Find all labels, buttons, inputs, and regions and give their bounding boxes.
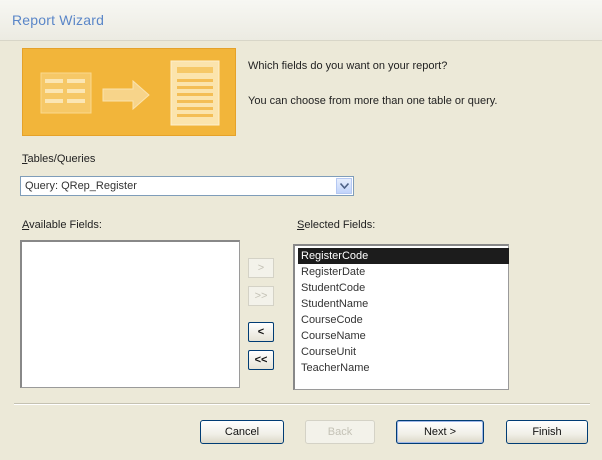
add-all-fields-button[interactable]: >> [248, 286, 274, 306]
tables-queries-combo[interactable]: Query: QRep_Register [20, 176, 354, 196]
wizard-hint: You can choose from more than one table … [248, 95, 498, 107]
add-field-button[interactable]: > [248, 258, 274, 278]
selected-fields-label-text: elected Fields: [304, 219, 376, 231]
cancel-button[interactable]: Cancel [200, 420, 284, 444]
selected-field-item[interactable]: RegisterDate [298, 264, 509, 280]
selected-field-item[interactable]: CourseCode [298, 312, 509, 328]
selected-field-item[interactable]: CourseName [298, 328, 509, 344]
chevron-down-icon [340, 183, 349, 189]
available-fields-label: Available Fields: [22, 219, 102, 231]
selected-fields-label: Selected Fields: [297, 219, 375, 231]
selected-field-item[interactable]: RegisterCode [298, 248, 509, 264]
report-wizard-window: Report Wizard Which fields do you want o… [0, 0, 602, 460]
tables-queries-label-text: ables/Queries [27, 153, 96, 165]
back-button[interactable]: Back [305, 420, 375, 444]
selected-fields-list[interactable]: RegisterCode RegisterDate StudentCode St… [293, 244, 509, 390]
window-title: Report Wizard [12, 12, 105, 28]
selected-field-item[interactable]: CourseUnit [298, 344, 509, 360]
button-separator [14, 403, 590, 405]
selected-field-item[interactable]: StudentName [298, 296, 509, 312]
combo-dropdown-button[interactable] [336, 178, 352, 194]
next-button[interactable]: Next > [396, 420, 484, 444]
available-fields-list[interactable] [20, 240, 240, 388]
available-fields-label-text: vailable Fields: [29, 219, 102, 231]
wizard-question: Which fields do you want on your report? [248, 60, 448, 72]
remove-all-fields-button[interactable]: << [248, 350, 274, 370]
report-wizard-banner-icon [40, 60, 220, 126]
selected-field-item[interactable]: TeacherName [298, 360, 509, 376]
tables-queries-label: Tables/Queries [22, 153, 95, 165]
title-bar[interactable]: Report Wizard [0, 0, 602, 41]
finish-button[interactable]: Finish [506, 420, 588, 444]
selected-field-item[interactable]: StudentCode [298, 280, 509, 296]
wizard-banner [22, 48, 236, 136]
remove-field-button[interactable]: < [248, 322, 274, 342]
tables-queries-value: Query: QRep_Register [25, 180, 137, 192]
